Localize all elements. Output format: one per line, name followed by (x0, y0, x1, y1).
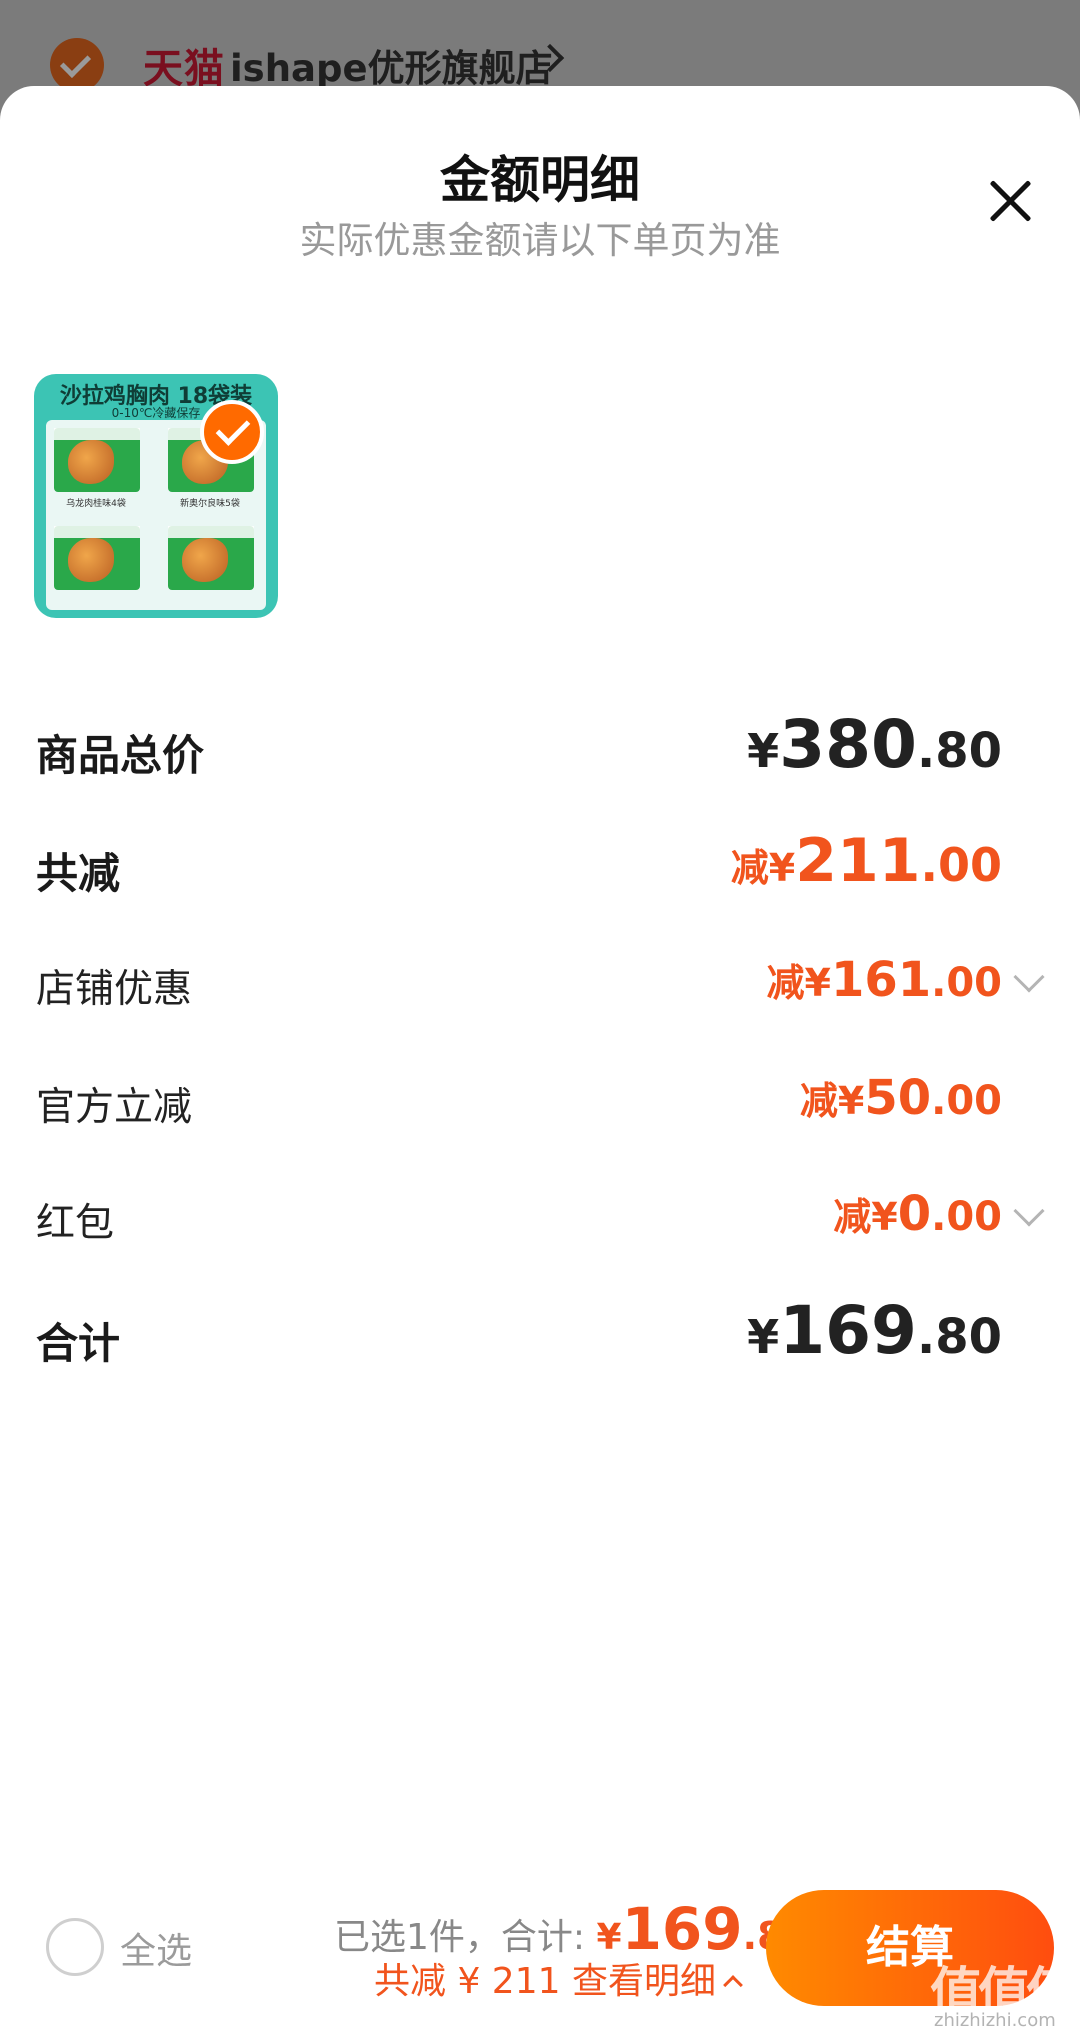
total-price-label: 商品总价 (36, 731, 205, 780)
price-decimal: .00 (931, 1194, 1002, 1240)
discount-prefix: 减 (833, 1195, 872, 1239)
price-decimal: .00 (920, 838, 1003, 892)
total-price-value: ¥380.80 (747, 706, 1002, 783)
store-name-link[interactable]: ishape优形旗舰店 (230, 38, 553, 92)
close-icon[interactable] (980, 170, 1040, 230)
store-discount-value[interactable]: 减¥161.00 (766, 952, 1002, 1008)
currency-symbol: ¥ (871, 1195, 898, 1239)
store-header-bar: 天猫 ishape优形旗舰店 (0, 0, 1080, 92)
red-packet-value[interactable]: 减¥0.00 (833, 1186, 1002, 1242)
official-discount-label: 官方立减 (36, 1085, 193, 1130)
price-integer: 169 (779, 1292, 917, 1369)
discount-prefix: 减 (730, 846, 769, 890)
sheet-subtitle: 实际优惠金额请以下单页为准 (299, 219, 781, 262)
price-decimal: .80 (916, 723, 1002, 779)
currency-symbol: ¥ (837, 1079, 865, 1123)
price-integer: 0 (897, 1186, 932, 1242)
price-integer: 380 (779, 706, 917, 783)
official-discount-value: 减¥50.00 (800, 1070, 1002, 1126)
sheet-title: 金额明细 (440, 151, 640, 209)
select-all-radio[interactable] (46, 1918, 104, 1976)
watermark-url: zhizhizhi.com (934, 2010, 1056, 2031)
price-decimal: .80 (916, 1309, 1002, 1365)
grand-total-label: 合计 (36, 1319, 121, 1368)
price-integer: 161 (830, 952, 932, 1008)
view-details-link[interactable]: 共减 ¥ 211 查看明细 (374, 1952, 743, 2004)
price-integer: 211 (795, 826, 921, 896)
total-discount-label: 共减 (36, 849, 121, 898)
saving-text: 共减 ¥ 211 查看明细 (374, 1961, 716, 2002)
red-packet-label: 红包 (36, 1201, 115, 1246)
product-selected-check-icon[interactable] (200, 400, 264, 464)
store-discount-label: 店铺优惠 (36, 967, 193, 1012)
product-pack-image (168, 526, 254, 590)
store-check-icon[interactable] (50, 38, 104, 92)
currency-symbol: ¥ (747, 1310, 780, 1364)
currency-symbol: ¥ (804, 961, 831, 1005)
price-decimal: .00 (931, 1078, 1002, 1124)
product-pack-image (54, 428, 140, 492)
price-integer: 50 (864, 1070, 932, 1126)
currency-symbol: ¥ (747, 724, 780, 778)
grand-total-value: ¥169.80 (747, 1292, 1002, 1369)
discount-prefix: 减 (799, 1079, 838, 1123)
select-all-label[interactable]: 全选 (120, 1922, 192, 1974)
product-pack-image (54, 526, 140, 590)
price-decimal: .00 (931, 960, 1002, 1006)
total-discount-value: 减¥211.00 (731, 826, 1002, 896)
pack-caption: 乌龙肉桂味4袋 (66, 499, 126, 509)
currency-symbol: ¥ (768, 846, 796, 890)
pack-caption: 新奥尔良味5袋 (180, 499, 240, 509)
discount-prefix: 减 (766, 961, 805, 1005)
chevron-up-icon (723, 1975, 743, 1995)
